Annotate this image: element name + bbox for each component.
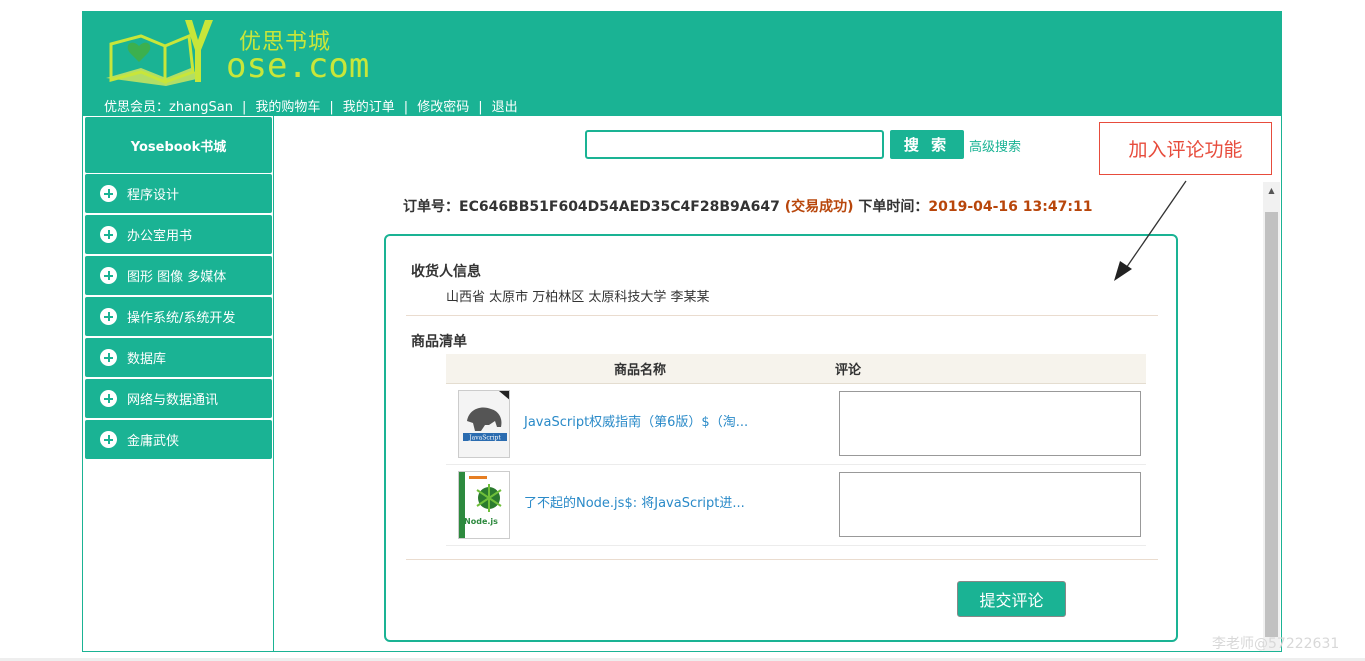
watermark: 李老师@57222631 <box>1212 636 1340 652</box>
category-sidebar: Yosebook书城 程序设计 办公室用书 图形 图像 多媒体 操作系统/系统开… <box>83 116 274 651</box>
book-link-javascript[interactable]: JavaScript权威指南（第6版）$（淘... <box>524 411 748 430</box>
annotation-callout: 加入评论功能 <box>1099 122 1272 175</box>
member-label: 优思会员：zhangSan <box>104 100 233 115</box>
receiver-title: 收货人信息 <box>411 264 481 280</box>
sidebar-item-label: 金庸武侠 <box>127 434 180 449</box>
sidebar-item-label: 网络与数据通讯 <box>127 393 219 408</box>
scroll-up-arrow-icon[interactable]: ▲ <box>1263 182 1280 199</box>
items-title: 商品清单 <box>411 334 467 350</box>
order-status: (交易成功) <box>784 199 854 215</box>
search-input[interactable] <box>585 130 884 159</box>
logo-english-text: ose.com <box>226 46 370 86</box>
sidebar-title[interactable]: Yosebook书城 <box>85 117 272 173</box>
plus-circle-icon <box>100 267 117 284</box>
plus-circle-icon <box>100 226 117 243</box>
order-number: EC646BB51F604D54AED35C4F28B9A647 <box>459 199 780 215</box>
order-time: 2019-04-16 13:47:11 <box>928 199 1093 215</box>
column-header-comment: 评论 <box>835 363 862 378</box>
nav-change-password-link[interactable]: 修改密码 <box>417 96 469 115</box>
annotation-arrow-icon <box>1114 180 1187 281</box>
order-detail-card: 收货人信息 山西省 太原市 万柏林区 太原科技大学 李某某 商品清单 商品名称 … <box>384 234 1178 642</box>
header: 优思书城 ose.com 优思会员：zhangSan | 我的购物车 | 我的订单 | 修改… <box>83 12 1281 116</box>
advanced-search-link[interactable]: 高级搜索 <box>969 136 1021 155</box>
page-frame: 优思书城 ose.com 优思会员：zhangSan | 我的购物车 | 我的订单 | 修改… <box>82 11 1282 652</box>
items-table: 商品名称 评论 JavaScript JavaScript权威指南（第6版）$（… <box>446 354 1146 546</box>
sidebar-item-wuxia[interactable]: 金庸武侠 <box>85 420 272 459</box>
table-row: Node.js 了不起的Node.js$: 将JavaScript进... <box>446 465 1146 546</box>
table-row: JavaScript JavaScript权威指南（第6版）$（淘... <box>446 384 1146 465</box>
comment-textarea-2[interactable] <box>839 472 1141 537</box>
order-summary: 订单号：EC646BB51F604D54AED35C4F28B9A647 (交易… <box>403 196 1092 216</box>
search-button[interactable]: 搜 索 <box>890 130 964 159</box>
svg-text:JavaScript: JavaScript <box>468 435 501 442</box>
sidebar-item-network[interactable]: 网络与数据通讯 <box>85 379 272 418</box>
book-link-nodejs[interactable]: 了不起的Node.js$: 将JavaScript进... <box>524 492 745 511</box>
sidebar-item-label: 图形 图像 多媒体 <box>127 270 227 285</box>
user-nav: 优思会员：zhangSan | 我的购物车 | 我的订单 | 修改密码 | 退出 <box>104 96 518 115</box>
order-time-label: 下单时间： <box>858 199 929 215</box>
plus-circle-icon <box>100 349 117 366</box>
divider <box>406 315 1158 316</box>
nav-cart-link[interactable]: 我的购物车 <box>255 96 320 115</box>
divider <box>406 559 1158 560</box>
order-number-label: 订单号： <box>403 199 459 215</box>
sidebar-item-label: 操作系统/系统开发 <box>127 311 236 326</box>
nav-orders-link[interactable]: 我的订单 <box>343 96 395 115</box>
book-logo-icon <box>106 20 213 86</box>
book-cover-javascript[interactable]: JavaScript <box>458 390 510 458</box>
plus-circle-icon <box>100 390 117 407</box>
plus-circle-icon <box>100 185 117 202</box>
book-cover-nodejs[interactable]: Node.js <box>458 471 510 539</box>
site-logo[interactable]: 优思书城 ose.com <box>101 16 369 88</box>
sidebar-item-graphics[interactable]: 图形 图像 多媒体 <box>85 256 272 295</box>
vertical-scrollbar[interactable]: ▲ <box>1263 182 1280 651</box>
table-header: 商品名称 评论 <box>446 354 1146 384</box>
nav-logout-link[interactable]: 退出 <box>492 96 518 115</box>
plus-circle-icon <box>100 308 117 325</box>
sidebar-item-label: 办公室用书 <box>127 229 193 244</box>
sidebar-item-programming[interactable]: 程序设计 <box>85 174 272 213</box>
submit-comment-button[interactable]: 提交评论 <box>957 581 1066 617</box>
plus-circle-icon <box>100 431 117 448</box>
sidebar-item-database[interactable]: 数据库 <box>85 338 272 377</box>
svg-text:Node.js: Node.js <box>464 517 498 526</box>
sidebar-item-label: 数据库 <box>127 352 167 367</box>
scroll-thumb[interactable] <box>1265 212 1278 637</box>
sidebar-item-office[interactable]: 办公室用书 <box>85 215 272 254</box>
comment-textarea-1[interactable] <box>839 391 1141 456</box>
receiver-address: 山西省 太原市 万柏林区 太原科技大学 李某某 <box>446 290 710 305</box>
sidebar-item-os[interactable]: 操作系统/系统开发 <box>85 297 272 336</box>
column-header-name: 商品名称 <box>613 363 666 378</box>
sidebar-item-label: 程序设计 <box>127 188 180 203</box>
